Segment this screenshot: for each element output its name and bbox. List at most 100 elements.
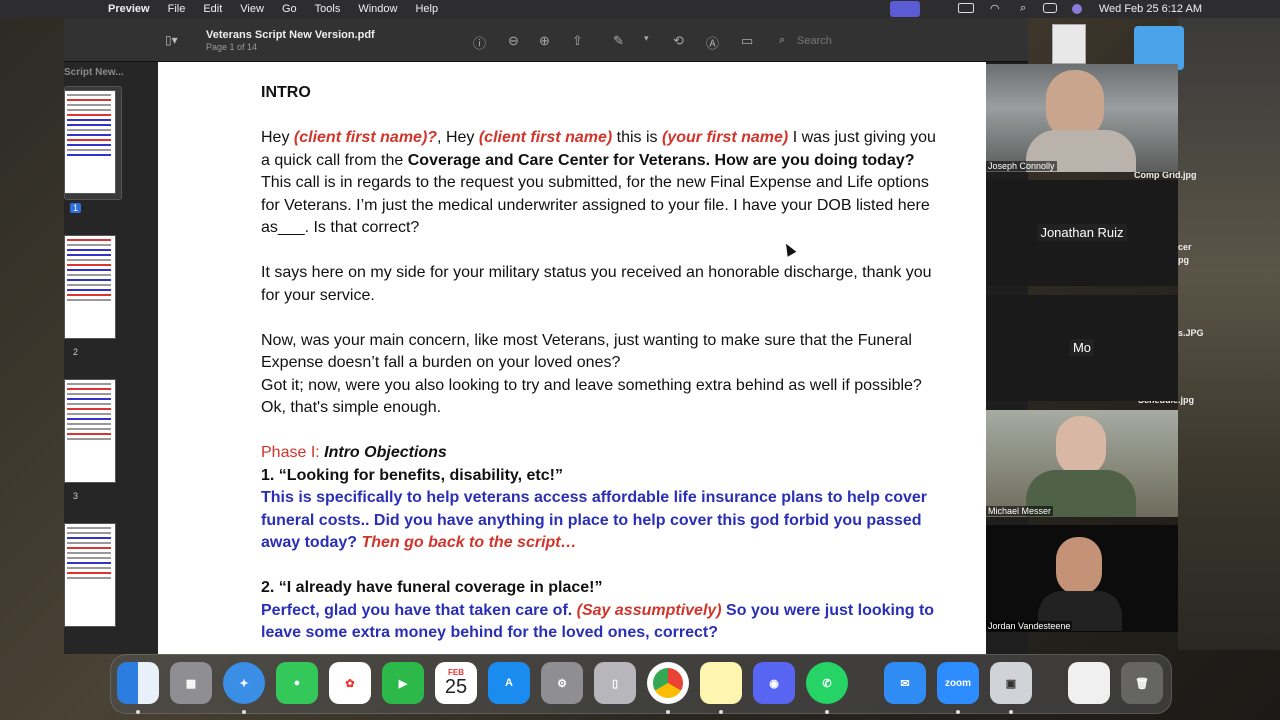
- control-center-icon[interactable]: [1043, 3, 1057, 13]
- instruction: (Say assumptively): [576, 601, 722, 619]
- page-number-2: 2: [73, 347, 79, 357]
- document-page-count: Page 1 of 14: [206, 42, 258, 52]
- participant-name: Jonathan Ruiz: [986, 224, 1178, 241]
- intro-heading: INTRO: [261, 84, 311, 101]
- placeholder-your-name: (your first name): [662, 129, 789, 146]
- desktop-file-icon[interactable]: [1052, 24, 1086, 64]
- participant-name: Mo: [986, 339, 1178, 356]
- siri-icon[interactable]: [1072, 4, 1082, 14]
- chevron-down-icon[interactable]: ▾: [644, 33, 649, 44]
- whatsapp-icon[interactable]: ✆: [806, 662, 848, 704]
- objection-2-title: 2. “I already have funeral coverage in p…: [261, 579, 603, 596]
- calendar-day: 25: [444, 676, 468, 698]
- notes-icon[interactable]: [700, 662, 742, 704]
- running-indicator: [666, 710, 670, 714]
- zoom-icon[interactable]: zoom: [937, 662, 979, 704]
- participant-tile-michael[interactable]: Michael Messer: [986, 410, 1178, 517]
- pdf-page: INTRO Hey (client first name)?, Hey (cli…: [158, 62, 986, 654]
- iphone-mirroring-icon[interactable]: ▯: [594, 662, 636, 704]
- chrome-icon[interactable]: [647, 662, 689, 704]
- calendar-icon[interactable]: FEB 25: [435, 662, 477, 704]
- participant-tile-jordan[interactable]: Jordan Vandesteene: [986, 525, 1178, 632]
- participant-name: Jordan Vandesteene: [986, 621, 1073, 631]
- info-icon[interactable]: ⓘ: [473, 33, 486, 52]
- desktop-label-jpg[interactable]: s.JPG: [1178, 328, 1204, 338]
- page-thumbnail-4[interactable]: [64, 523, 116, 627]
- running-indicator: [956, 710, 960, 714]
- participant-tile-jonathan[interactable]: Jonathan Ruiz: [986, 180, 1178, 286]
- phase-label: Phase I:: [261, 444, 325, 461]
- objection-1-title: 1. “Looking for benefits, disability, et…: [261, 466, 563, 484]
- facetime-icon[interactable]: ▶: [382, 662, 424, 704]
- messages-icon[interactable]: ●: [276, 662, 318, 704]
- menu-window[interactable]: Window: [358, 3, 397, 15]
- menu-app-preview[interactable]: Preview: [108, 3, 150, 15]
- zoom-in-icon[interactable]: ⊕: [539, 33, 550, 49]
- participant-tile-mo[interactable]: Mo: [986, 295, 1178, 401]
- menu-bar: Preview File Edit View Go Tools Window H…: [0, 0, 1280, 18]
- system-settings-icon[interactable]: ⚙: [541, 662, 583, 704]
- running-indicator: [242, 710, 246, 714]
- text: , Hey: [437, 129, 479, 146]
- menu-help[interactable]: Help: [415, 3, 438, 15]
- trash-icon[interactable]: 🗑: [1121, 662, 1163, 704]
- screen-share-icon[interactable]: [890, 1, 920, 17]
- form-fill-icon[interactable]: ▭: [741, 33, 753, 49]
- sidebar-toggle-icon[interactable]: ▯▾: [165, 33, 178, 47]
- participant-tile-joseph[interactable]: Joseph Connolly: [986, 64, 1178, 172]
- text: Ok, that's simple enough.: [261, 399, 442, 416]
- share-icon[interactable]: ⇧: [572, 33, 583, 49]
- finder-icon[interactable]: [117, 662, 159, 704]
- placeholder-client-name: (client first name)?: [293, 129, 438, 146]
- mail-icon[interactable]: ✉: [884, 662, 926, 704]
- zoom-out-icon[interactable]: ⊖: [508, 33, 519, 49]
- markup-pen-icon[interactable]: ✎: [613, 33, 624, 49]
- page-thumbnail-1[interactable]: [64, 90, 116, 194]
- running-indicator: [136, 710, 140, 714]
- text: this is: [612, 129, 662, 146]
- participant-video: [1056, 537, 1102, 595]
- text: Got it; now, were you also looking to tr…: [261, 376, 922, 394]
- concern-paragraph: Now, was your main concern, like most Ve…: [261, 330, 941, 420]
- sidebar-title: Script New...: [64, 67, 124, 78]
- annotate-icon[interactable]: Ⓐ: [706, 33, 719, 52]
- photos-icon[interactable]: ✿: [329, 662, 371, 704]
- intro-paragraph: Hey (client first name)?, Hey (client fi…: [261, 127, 941, 240]
- phase-title: Intro Objections: [324, 444, 447, 461]
- military-status-paragraph: It says here on my side for your militar…: [261, 264, 932, 304]
- search-input[interactable]: Search: [797, 35, 1017, 47]
- running-indicator: [1009, 710, 1013, 714]
- menu-go[interactable]: Go: [282, 3, 297, 15]
- menu-edit[interactable]: Edit: [203, 3, 222, 15]
- menu-tools[interactable]: Tools: [315, 3, 341, 15]
- page-number-3: 3: [73, 491, 79, 501]
- page-number-1: 1: [70, 203, 82, 213]
- instruction: Then go back to the script…: [361, 534, 577, 551]
- wifi-icon[interactable]: ◠: [990, 2, 1000, 15]
- menu-file[interactable]: File: [168, 3, 186, 15]
- safari-icon[interactable]: ✦: [223, 662, 265, 704]
- discord-icon[interactable]: ◉: [753, 662, 795, 704]
- menu-view[interactable]: View: [240, 3, 264, 15]
- running-indicator: [825, 710, 829, 714]
- rotate-icon[interactable]: ⟲: [673, 33, 684, 49]
- desktop-label-cer[interactable]: cer: [1178, 242, 1192, 252]
- preview-icon[interactable]: ▣: [990, 662, 1032, 704]
- page-thumbnail-3[interactable]: [64, 379, 116, 483]
- page-content: INTRO Hey (client first name)?, Hey (cli…: [261, 82, 941, 645]
- menubar-clock[interactable]: Wed Feb 25 6:12 AM: [1099, 3, 1202, 15]
- company-name: Coverage and Care Center for Veterans. H…: [407, 151, 915, 169]
- battery-icon[interactable]: [958, 3, 974, 13]
- participant-video: [1056, 416, 1106, 476]
- phase-heading: Phase I: Intro Objections: [261, 442, 941, 465]
- search-icon[interactable]: ⌕: [1020, 2, 1026, 15]
- document-title: Veterans Script New Version.pdf: [206, 29, 375, 41]
- search-field-icon: ⌕: [779, 34, 786, 46]
- text: Now, was your main concern, like most Ve…: [261, 331, 912, 372]
- app-store-icon[interactable]: A: [488, 662, 530, 704]
- text: This call is in regards to the request y…: [261, 174, 930, 236]
- desktop-label-pg[interactable]: pg: [1178, 255, 1189, 265]
- launchpad-icon[interactable]: ▦: [170, 662, 212, 704]
- page-thumbnail-2[interactable]: [64, 235, 116, 339]
- document-stack-icon[interactable]: [1068, 662, 1110, 704]
